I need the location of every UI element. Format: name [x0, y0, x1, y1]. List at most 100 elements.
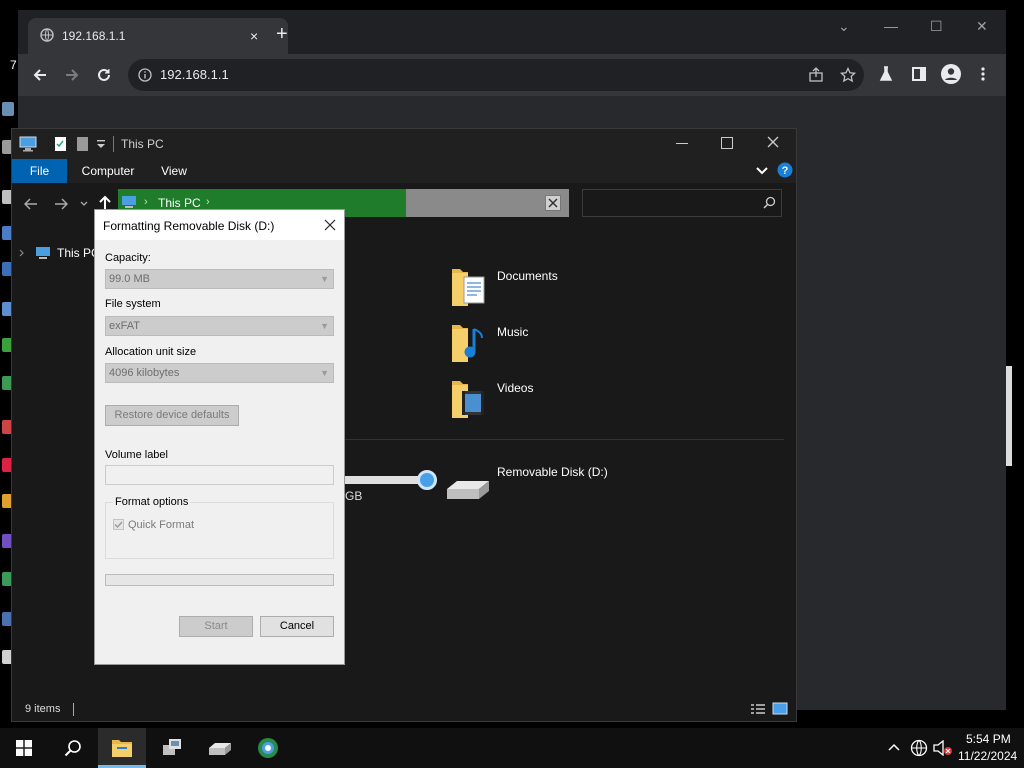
- minimize-button[interactable]: —: [884, 18, 898, 34]
- drive-label: Removable Disk (D:): [497, 465, 608, 479]
- taskbar-file-explorer[interactable]: [98, 728, 146, 768]
- profile-avatar-icon[interactable]: [940, 63, 962, 85]
- clock-time[interactable]: 5:54 PM: [966, 732, 1011, 746]
- new-tab-button[interactable]: +: [276, 24, 288, 44]
- properties-icon[interactable]: [54, 136, 67, 152]
- search-button[interactable]: [48, 728, 96, 768]
- tab-view[interactable]: View: [150, 159, 198, 183]
- title-separator: [113, 136, 114, 152]
- taskbar-network-app[interactable]: [148, 728, 196, 768]
- folder-item-documents[interactable]: Documents: [450, 265, 590, 309]
- allocation-unit-label: Allocation unit size: [105, 346, 197, 358]
- menu-dots-icon[interactable]: [980, 66, 986, 82]
- minimize-button[interactable]: [676, 143, 688, 144]
- file-system-label: File system: [105, 298, 161, 310]
- window-title: This PC: [121, 137, 164, 151]
- this-pc-icon: [19, 136, 37, 152]
- back-icon[interactable]: [24, 197, 38, 211]
- volume-muted-icon[interactable]: [933, 740, 953, 756]
- tab-close-button[interactable]: ×: [250, 28, 258, 44]
- forward-icon[interactable]: [64, 67, 80, 83]
- clear-address-icon[interactable]: [545, 195, 561, 211]
- clock-date[interactable]: 11/22/2024: [958, 749, 1017, 763]
- help-icon[interactable]: ?: [777, 162, 793, 178]
- bookmark-star-icon[interactable]: [840, 67, 856, 83]
- large-icons-view-icon[interactable]: [772, 702, 788, 716]
- taskbar-drive-app[interactable]: [196, 728, 244, 768]
- show-hidden-icons-icon[interactable]: [888, 743, 900, 751]
- folder-item-music[interactable]: Music: [450, 321, 590, 365]
- browser-toolbar: 192.168.1.1: [18, 54, 1006, 96]
- drive-size-text: GB: [345, 489, 363, 503]
- url-text: 192.168.1.1: [160, 67, 229, 82]
- allocation-unit-value: 4096 kilobytes: [109, 367, 180, 379]
- browser-tab[interactable]: 192.168.1.1 ×: [28, 18, 288, 54]
- network-globe-icon[interactable]: [910, 739, 928, 757]
- recent-locations-icon[interactable]: [80, 201, 88, 207]
- info-icon[interactable]: [138, 68, 152, 82]
- expand-chevron-icon[interactable]: [19, 249, 25, 257]
- start-button[interactable]: [0, 728, 48, 768]
- drive-item-removable-disk[interactable]: GB Removable Disk (D:): [345, 459, 645, 509]
- drive-usage-bar: [345, 476, 425, 484]
- svg-text:?: ?: [782, 165, 789, 177]
- forward-icon[interactable]: [54, 197, 68, 211]
- labs-flask-icon[interactable]: [878, 66, 894, 82]
- search-box[interactable]: [582, 189, 782, 217]
- ribbon-tabs: File Computer View ?: [12, 159, 796, 183]
- back-icon[interactable]: [32, 67, 48, 83]
- close-icon[interactable]: [324, 219, 336, 231]
- cancel-button[interactable]: Cancel: [260, 616, 334, 637]
- videos-folder-icon: [450, 377, 486, 419]
- allocation-unit-select[interactable]: 4096 kilobytes ▼: [105, 363, 334, 383]
- breadcrumb-chevron: ›: [206, 196, 210, 208]
- format-progress-bar: [105, 574, 334, 586]
- breadcrumb-chevron: ›: [144, 196, 148, 208]
- tab-computer[interactable]: Computer: [70, 159, 146, 183]
- quick-format-checkbox[interactable]: [113, 519, 124, 530]
- ribbon-expand-icon[interactable]: [756, 166, 768, 176]
- tab-search-button[interactable]: ⌄: [838, 18, 850, 35]
- close-button[interactable]: ✕: [976, 18, 988, 35]
- side-panel-icon[interactable]: [911, 66, 927, 82]
- folder-item-videos[interactable]: Videos: [450, 377, 590, 421]
- maximize-button[interactable]: ☐: [930, 18, 943, 35]
- capacity-select[interactable]: 99.0 MB ▼: [105, 269, 334, 289]
- new-folder-icon[interactable]: [76, 136, 89, 152]
- tab-file[interactable]: File: [12, 159, 67, 183]
- documents-folder-icon: [450, 265, 486, 307]
- close-button[interactable]: [766, 135, 780, 149]
- breadcrumb-this-pc[interactable]: This PC: [158, 196, 201, 210]
- chevron-down-icon: ▼: [320, 368, 329, 378]
- start-button[interactable]: Start: [179, 616, 253, 637]
- start-icon: [16, 740, 32, 756]
- maximize-button[interactable]: [721, 137, 733, 149]
- capacity-value: 99.0 MB: [109, 273, 150, 285]
- taskbar-web-app[interactable]: [244, 728, 292, 768]
- address-bar[interactable]: 192.168.1.1: [128, 59, 864, 91]
- tab-strip: 192.168.1.1 × + ⌄ — ☐ ✕: [18, 10, 1006, 54]
- desktop-partial-text: 7: [10, 58, 17, 72]
- restore-defaults-button[interactable]: Restore device defaults: [105, 405, 239, 426]
- file-system-select[interactable]: exFAT ▼: [105, 316, 334, 336]
- checkmark-icon: [114, 521, 123, 529]
- quick-access-dropdown-icon[interactable]: [97, 139, 105, 149]
- removable-disk-icon: [445, 477, 491, 501]
- format-options-label: Format options: [113, 496, 191, 508]
- chevron-down-icon: ▼: [320, 274, 329, 284]
- reload-icon[interactable]: [96, 67, 112, 83]
- dialog-titlebar: Formatting Removable Disk (D:): [95, 210, 344, 240]
- share-icon[interactable]: [808, 67, 824, 83]
- desktop-icon[interactable]: [2, 102, 14, 116]
- globe-icon: [40, 28, 54, 42]
- format-options-group: Format options Quick Format: [105, 496, 334, 559]
- folder-label: Music: [497, 325, 529, 339]
- details-view-icon[interactable]: [750, 703, 766, 717]
- search-icon: [64, 739, 82, 757]
- search-icon: [763, 196, 776, 209]
- volume-label-input[interactable]: [105, 465, 334, 485]
- group-divider: [344, 439, 784, 440]
- this-pc-icon: [121, 195, 137, 209]
- taskbar: 5:54 PM 11/22/2024: [0, 728, 1024, 768]
- file-system-value: exFAT: [109, 320, 140, 332]
